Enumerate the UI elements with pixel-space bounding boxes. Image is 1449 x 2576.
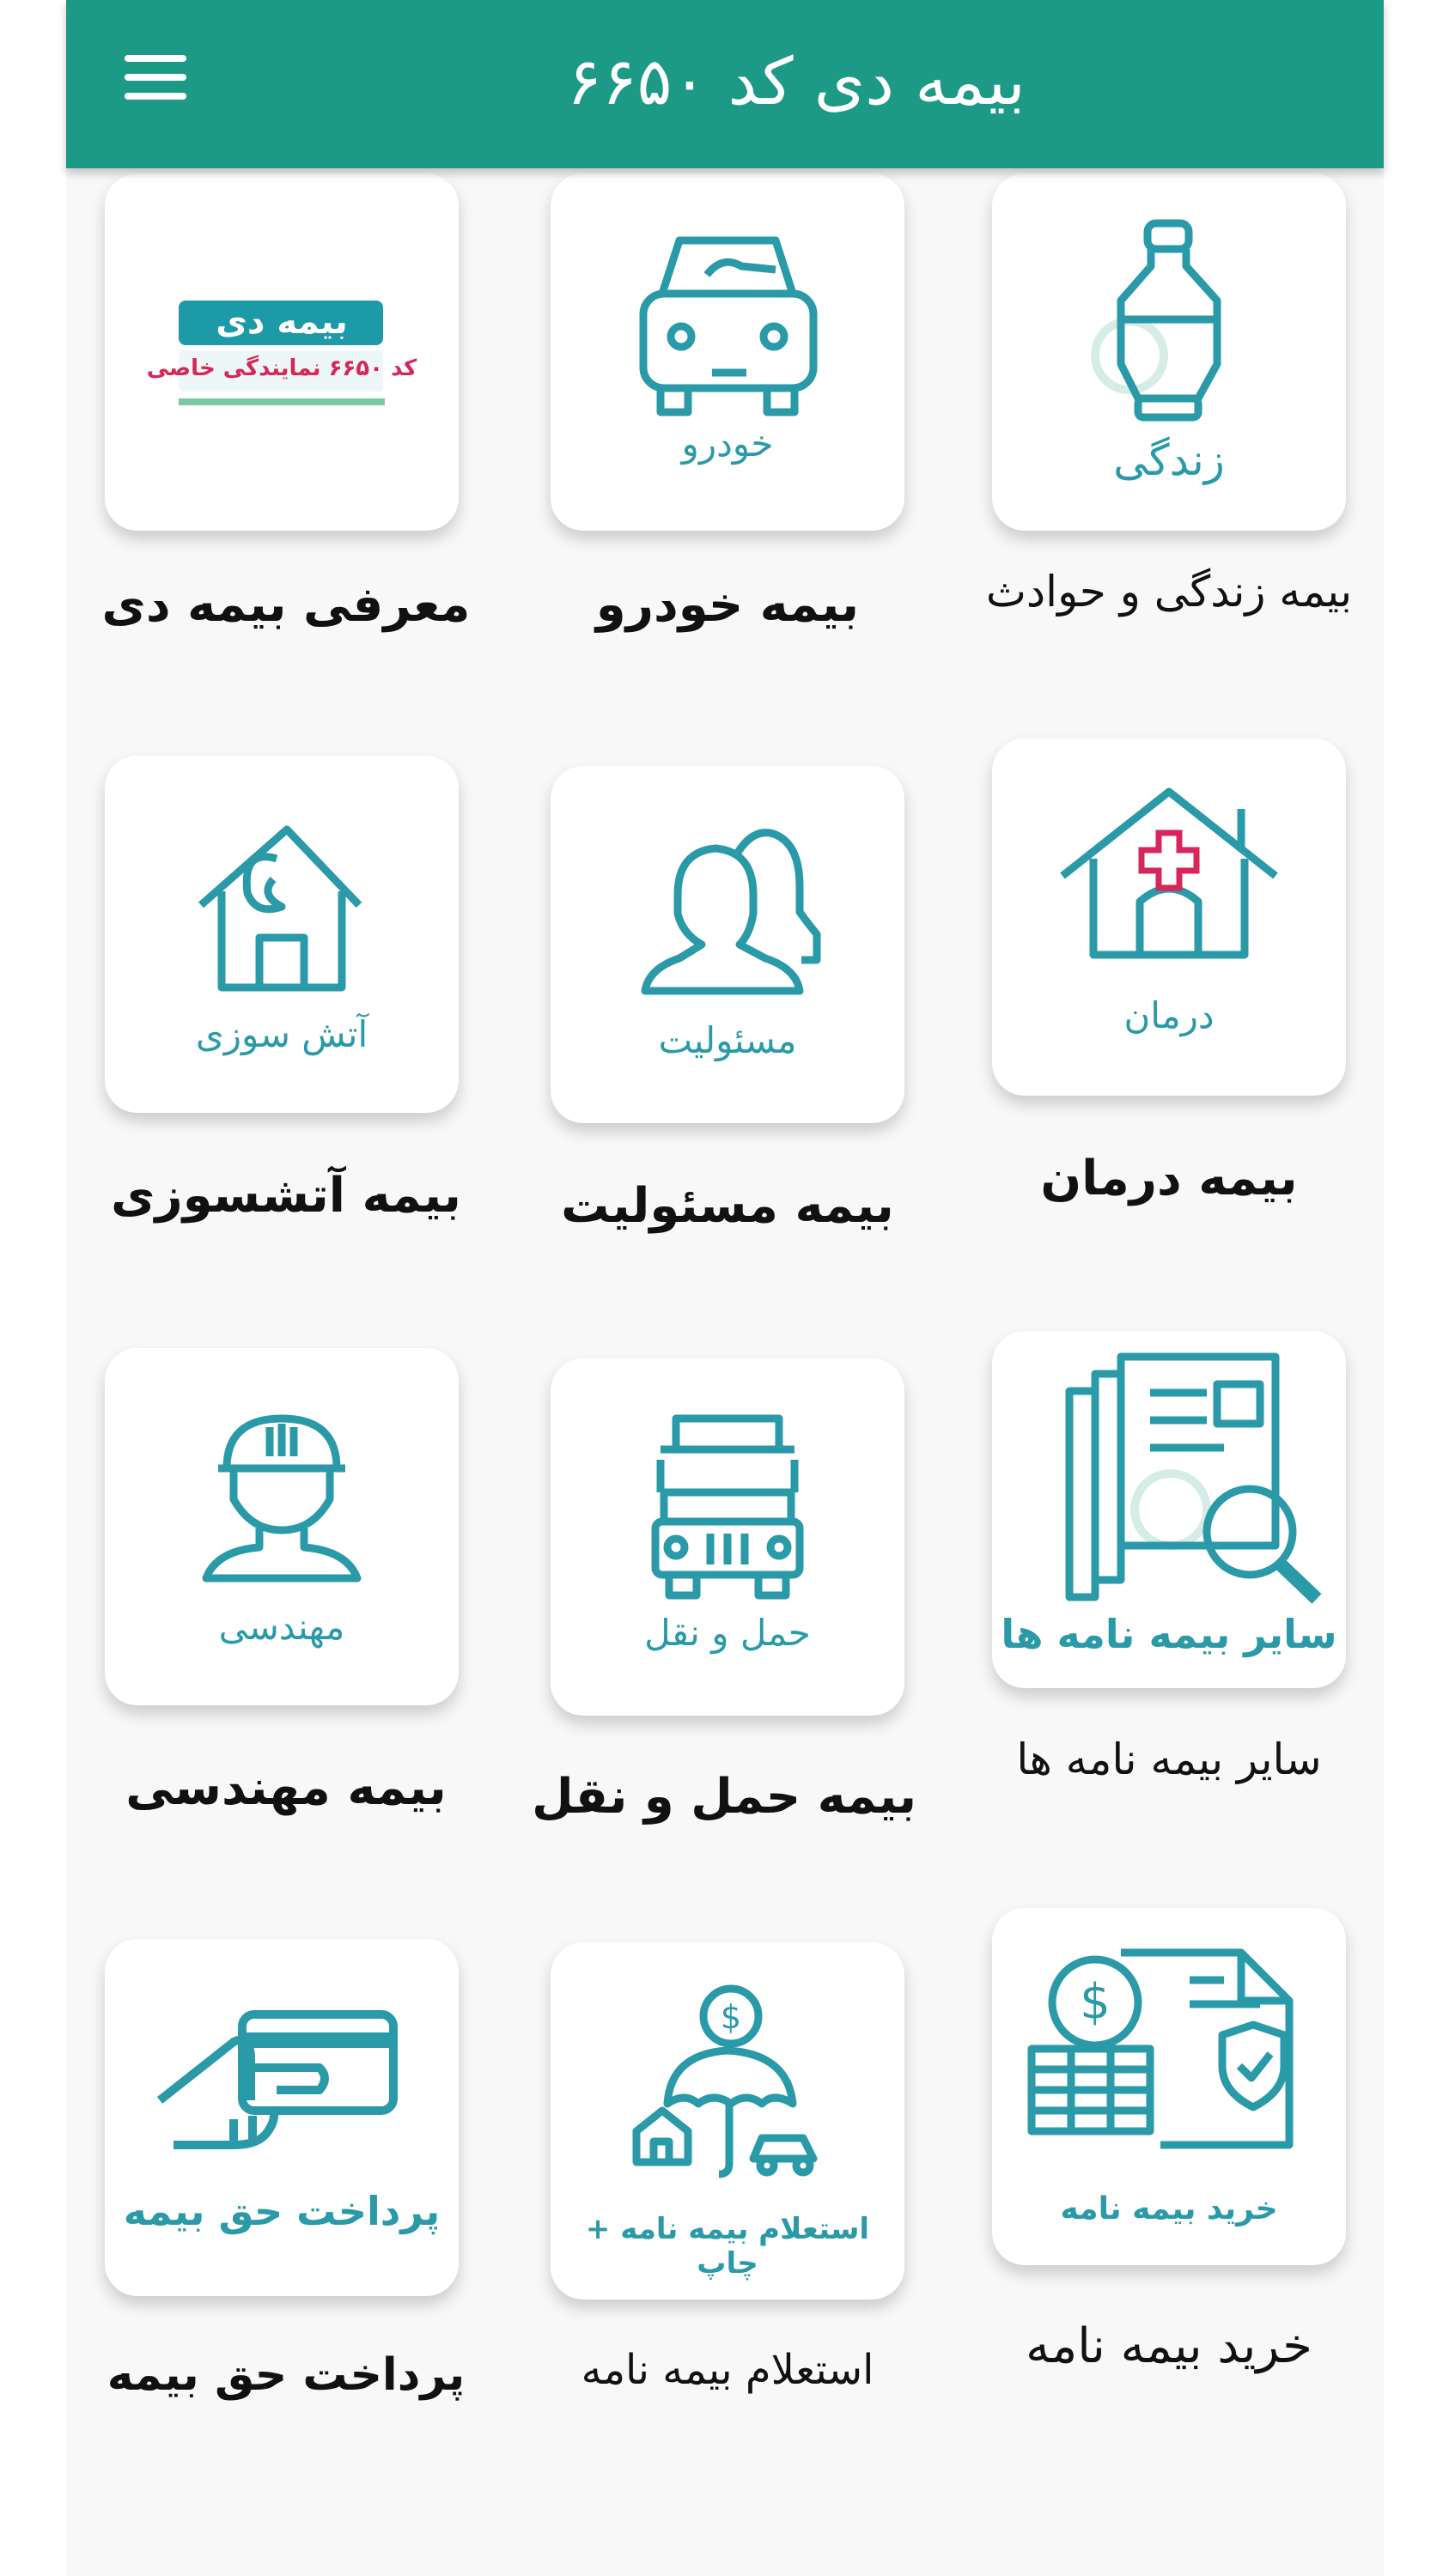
label-buy-policy: خرید بیمه نامه bbox=[1026, 2318, 1312, 2374]
tile-other-policies[interactable]: سایر بیمه نامه ها bbox=[992, 1331, 1346, 1688]
label-policy-inquiry: استعلام بیمه نامه bbox=[581, 2346, 874, 2394]
people-icon bbox=[641, 829, 821, 995]
tile-caption: مهندسی bbox=[218, 1606, 345, 1648]
tile-transport-insurance[interactable]: حمل و نقل bbox=[551, 1358, 904, 1716]
tile-car-insurance[interactable]: خودرو bbox=[551, 173, 904, 531]
health-house-icon bbox=[1060, 787, 1278, 959]
tile-about-dey[interactable]: بیمه دی کد ۶۶۵۰ نمایندگی خاصی bbox=[105, 173, 459, 531]
tile-caption: مسئولیت bbox=[658, 1019, 797, 1061]
dey-logo-text: بیمه دی bbox=[216, 302, 348, 342]
dey-logo-subtext: کد ۶۶۵۰ نمایندگی خاصی bbox=[146, 355, 417, 381]
app-screen: بیمه دی کد ۶۶۵۰ زندگی بیمه زندگی و حوادث bbox=[66, 0, 1384, 2576]
tile-fire-insurance[interactable]: آتش سوزی bbox=[105, 756, 459, 1113]
tile-buy-policy[interactable]: $ خرید بیمه نامه bbox=[992, 1908, 1346, 2265]
top-app-bar: بیمه دی کد ۶۶۵۰ bbox=[66, 0, 1384, 168]
label-other-policies: سایر بیمه نامه ها bbox=[1016, 1735, 1322, 1784]
engineer-helmet-icon bbox=[202, 1414, 362, 1583]
tile-policy-inquiry[interactable]: $ استعلام بیمه نامه + چاپ bbox=[551, 1942, 904, 2300]
label-car-insurance: بیمه خودرو bbox=[595, 577, 860, 633]
label-health-insurance: بیمه درمان bbox=[1040, 1151, 1298, 1206]
svg-text:$: $ bbox=[721, 1998, 741, 2036]
tile-caption: استعلام بیمه نامه + چاپ bbox=[585, 2212, 870, 2281]
tile-caption: سایر بیمه نامه ها bbox=[1001, 1611, 1337, 1657]
label-engineering-insurance: بیمه مهندسی bbox=[125, 1760, 447, 1816]
tile-caption: آتش سوزی bbox=[195, 1013, 368, 1055]
tile-engineering-insurance[interactable]: مهندسی bbox=[105, 1348, 459, 1705]
truck-icon bbox=[651, 1414, 804, 1600]
menu-icon[interactable] bbox=[125, 53, 190, 101]
tile-caption: حمل و نقل bbox=[644, 1612, 811, 1654]
tile-caption: خودرو bbox=[681, 422, 774, 465]
tile-pay-premium[interactable]: پرداخت حق بیمه bbox=[105, 1939, 459, 2296]
fire-house-icon bbox=[198, 825, 362, 992]
svg-text:$: $ bbox=[1080, 1974, 1111, 2030]
tile-caption: درمان bbox=[1123, 994, 1215, 1036]
label-life-insurance: بیمه زندگی و حوادث bbox=[985, 567, 1353, 617]
tile-liability-insurance[interactable]: مسئولیت bbox=[551, 766, 904, 1123]
label-fire-insurance: بیمه آتشسوزی bbox=[111, 1168, 461, 1224]
label-pay-premium: پرداخت حق بیمه bbox=[107, 2349, 466, 2401]
tile-health-insurance[interactable]: درمان bbox=[992, 738, 1346, 1096]
label-liability-insurance: بیمه مسئولیت bbox=[561, 1178, 894, 1234]
page-title: بیمه دی کد ۶۶۵۰ bbox=[567, 43, 1026, 119]
card-payment-icon bbox=[156, 2010, 398, 2149]
tile-caption: خرید بیمه نامه bbox=[1060, 2191, 1278, 2227]
car-icon bbox=[639, 236, 818, 416]
tile-caption: پرداخت حق بیمه bbox=[123, 2188, 441, 2234]
label-about-dey: معرفی بیمه دی bbox=[101, 577, 471, 633]
dey-logo bbox=[179, 301, 385, 405]
tile-caption: زندگی bbox=[1113, 435, 1225, 485]
label-transport-insurance: بیمه حمل و نقل bbox=[532, 1769, 916, 1825]
tile-life-insurance[interactable]: زندگی bbox=[992, 173, 1346, 531]
